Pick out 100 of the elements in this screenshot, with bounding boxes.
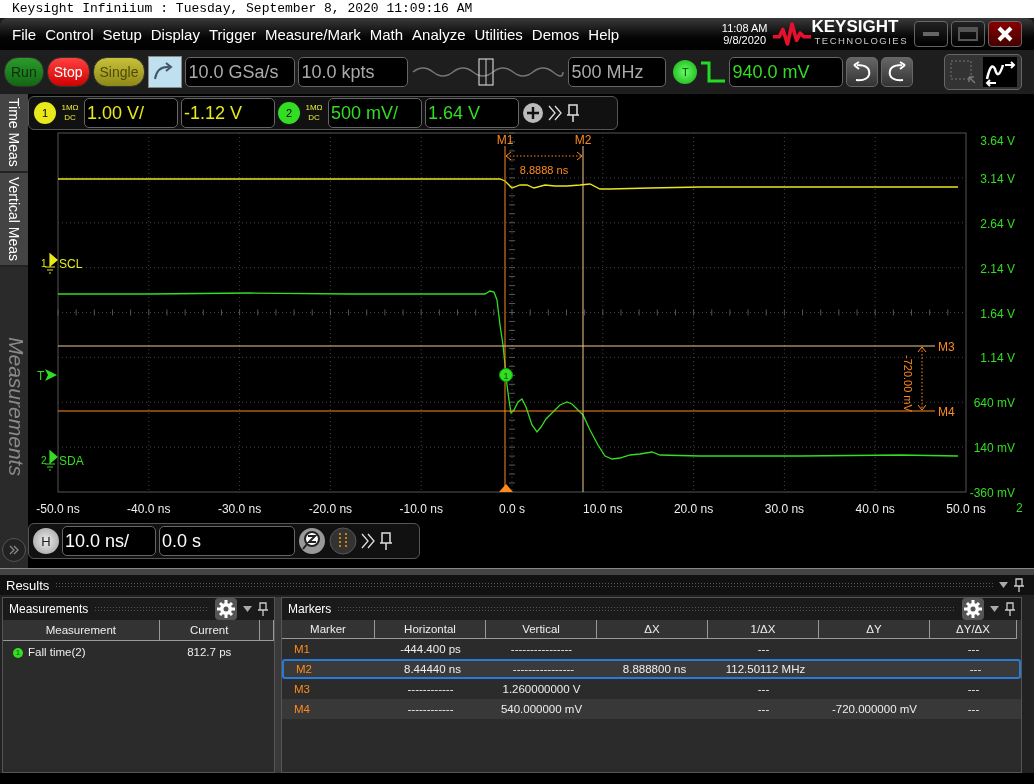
- menu-item[interactable]: Demos: [531, 25, 580, 43]
- ground-channel-number: 2: [41, 455, 47, 466]
- y-axis-label: 140 mV: [973, 441, 1015, 456]
- table-cell-text: ----------------: [509, 642, 574, 657]
- markers-icon[interactable]: [329, 527, 357, 555]
- default-setup-button[interactable]: [148, 56, 183, 88]
- column-header[interactable]: ΔX: [597, 620, 708, 639]
- column-header[interactable]: ΔY: [819, 620, 930, 639]
- trigger-level-field[interactable]: 940.0 mV: [729, 57, 844, 87]
- table-cell-text: ---: [756, 682, 771, 697]
- x-axis-label: 40.0 ns: [855, 502, 895, 516]
- menu-item[interactable]: Help: [588, 25, 620, 43]
- table-cell-text: ---: [968, 662, 983, 677]
- side-tab[interactable]: Vertical Meas: [0, 172, 28, 267]
- y-axis-label: 3.14 V: [980, 171, 1015, 186]
- vertical-offset-field[interactable]: -1.12 V: [181, 98, 275, 128]
- close-button[interactable]: [988, 21, 1022, 47]
- axis-channel-label: 2: [1016, 501, 1023, 515]
- trigger-badge[interactable]: T: [673, 60, 698, 84]
- ground-marker-icon: [44, 450, 58, 471]
- y-axis-label: 2.64 V: [980, 216, 1015, 231]
- pin-icon[interactable]: [379, 531, 393, 551]
- restore-button[interactable]: [951, 21, 985, 47]
- horizontal-scale-field[interactable]: 10.0 ns/: [62, 526, 156, 556]
- menu-item[interactable]: Trigger: [208, 25, 256, 43]
- y-axis-label: 3.64 V: [980, 134, 1015, 148]
- marker-row[interactable]: M2 8.44440 ns ---------------- 8.888800 ns 112.50112 MHz ---: [282, 659, 1021, 679]
- y-axis-label: 1.64 V: [980, 306, 1015, 321]
- table-cell-text: ------------: [406, 702, 455, 717]
- menu-item[interactable]: Control: [45, 25, 94, 43]
- coupling-label: 1MΩ DC: [59, 103, 81, 123]
- x-axis-label: -30.0 ns: [217, 502, 262, 516]
- settings-icon[interactable]: [962, 598, 984, 620]
- marker-row[interactable]: M1 -444.400 ps ---------------- --- ---: [282, 639, 1021, 659]
- table-cell-text: 8.888800 ns: [621, 662, 688, 677]
- memory-depth-field[interactable]: 10.0 kpts: [298, 57, 409, 87]
- delta-y-label: -720.00 mV: [902, 355, 914, 412]
- expand-button[interactable]: [2, 538, 26, 562]
- column-header[interactable]: Vertical: [486, 620, 597, 639]
- redo-button[interactable]: [881, 57, 914, 87]
- stop-button[interactable]: Stop: [46, 57, 90, 87]
- results-title: Results: [6, 577, 50, 593]
- caret-icon[interactable]: [990, 606, 999, 612]
- menu-item[interactable]: File: [12, 25, 37, 43]
- pin-icon[interactable]: [1005, 602, 1015, 616]
- settings-icon[interactable]: [215, 598, 238, 620]
- vertical-offset-field[interactable]: 1.64 V: [425, 98, 519, 128]
- vertical-scale-field[interactable]: 500 mV/: [328, 98, 422, 128]
- menu-item[interactable]: Setup: [102, 25, 142, 43]
- marker-row[interactable]: M3 ------------ 1.260000000 V --- ---: [282, 679, 1021, 699]
- double-chevron-icon[interactable]: [360, 532, 376, 550]
- side-tab[interactable]: Time Meas: [0, 94, 28, 173]
- add-icon[interactable]: [522, 102, 544, 124]
- pin-icon[interactable]: [258, 602, 269, 616]
- horizontal-badge[interactable]: H: [33, 528, 59, 554]
- column-header[interactable]: Horizontal: [375, 620, 486, 639]
- marker-name: M2: [295, 662, 313, 677]
- marker-row[interactable]: M4 ------------ 540.000000 mV --- -720.000000 mV ---: [282, 699, 1021, 719]
- pin-icon[interactable]: [566, 103, 580, 123]
- zoom-icon[interactable]: [298, 527, 326, 555]
- measurement-name: Fall time(2): [28, 646, 86, 658]
- column-header[interactable]: Measurement: [3, 620, 160, 641]
- sample-rate-field[interactable]: 10.0 GSa/s: [185, 57, 296, 87]
- delta-x-label: 8.8888 ns: [519, 164, 569, 176]
- restore-icon: [958, 27, 978, 41]
- menu-item[interactable]: Measure/Mark: [264, 25, 361, 43]
- table-cell-text: 112.50112 MHz: [724, 662, 807, 677]
- table-cell-text: ---: [966, 642, 981, 657]
- marker-label: M4: [938, 405, 955, 419]
- coupling-label: 1MΩ DC: [303, 103, 325, 123]
- horizontal-position-field[interactable]: 0.0 s: [159, 526, 295, 556]
- undo-button[interactable]: [846, 57, 879, 87]
- table-cell-text: 8.44440 ns: [403, 662, 462, 677]
- minimize-button[interactable]: [914, 21, 948, 47]
- trigger-label: T: [37, 369, 45, 383]
- caret-icon[interactable]: [243, 606, 253, 612]
- clock-time: 11:08 AM: [721, 22, 768, 34]
- double-chevron-icon[interactable]: [547, 104, 563, 122]
- menu-item[interactable]: Analyze: [412, 25, 466, 43]
- y-axis-label: 1.14 V: [980, 351, 1015, 366]
- single-button[interactable]: Single: [92, 57, 146, 87]
- ground-marker-icon: [44, 253, 58, 274]
- column-header[interactable]: Marker: [282, 620, 375, 639]
- sine-wave-slider-icon[interactable]: [411, 56, 566, 88]
- caret-icon[interactable]: [999, 582, 1008, 588]
- table-cell-text: 1.260000000 V: [501, 682, 582, 697]
- menu-item[interactable]: Display: [150, 25, 200, 43]
- logo-subtitle: TECHNOLOGIES: [813, 34, 908, 48]
- menu-item[interactable]: Math: [369, 25, 404, 43]
- channel-badge[interactable]: 1: [34, 102, 56, 124]
- column-header[interactable]: Current: [159, 620, 260, 641]
- vertical-scale-field[interactable]: 1.00 V/: [84, 98, 178, 128]
- bandwidth-field[interactable]: 500 MHz: [568, 57, 667, 87]
- pin-icon[interactable]: [1014, 578, 1024, 592]
- column-header[interactable]: ΔY/ΔX: [930, 620, 1017, 639]
- autoscale-icon[interactable]: [983, 57, 1017, 87]
- column-header[interactable]: 1/ΔX: [708, 620, 819, 639]
- trace-label: SDA: [59, 454, 84, 468]
- menu-item[interactable]: Utilities: [474, 25, 523, 43]
- channel-badge[interactable]: 2: [278, 102, 300, 124]
